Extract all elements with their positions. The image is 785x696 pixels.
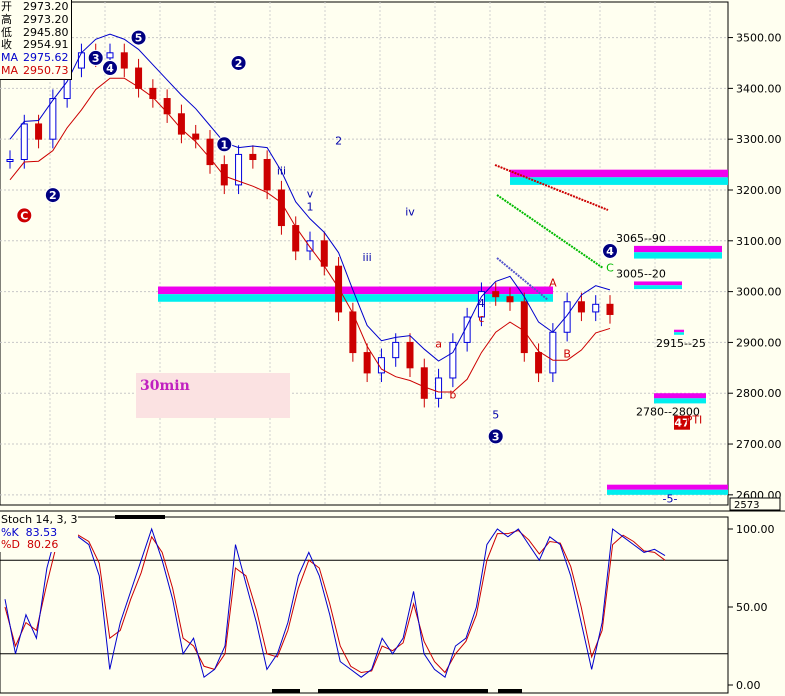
price-tick-label: 3100.00 — [736, 235, 782, 248]
wave-circle-label: 5 — [135, 32, 143, 45]
band-cyan — [634, 285, 682, 290]
candle-body — [392, 341, 400, 359]
wave-circle-label: 3 — [92, 52, 100, 65]
wave-text-label: iii — [363, 251, 372, 264]
wave-text-label: B — [563, 348, 571, 361]
price-tick-label: 3200.00 — [736, 184, 782, 197]
stoch-legend: Stoch 14, 3, 3 %K 83.53 %D 80.26 — [0, 513, 78, 552]
wave-text-label: 2 — [335, 134, 342, 147]
price-tick-label: 3500.00 — [736, 32, 782, 45]
candle-body — [249, 153, 257, 161]
candle-body — [35, 123, 43, 140]
timeframe-label: 30min — [140, 378, 190, 394]
band-price-label: 2915--25 — [656, 337, 706, 350]
candle-body — [406, 341, 414, 369]
price-tick-label: 3300.00 — [736, 133, 782, 146]
price-tick-label: 3000.00 — [736, 286, 782, 299]
wave-text-label: A — [549, 277, 557, 290]
price-chart: 3500.003400.003300.003200.003100.003000.… — [0, 1, 785, 694]
candle-body — [320, 240, 328, 267]
band-magenta — [634, 281, 682, 286]
info-high: 高 2973.20 — [1, 12, 69, 26]
candle-body — [520, 301, 528, 354]
wave-text-label: iii — [277, 165, 286, 178]
stoch-tick-label: 50.00 — [736, 601, 768, 614]
volume-bar-marker — [115, 515, 165, 519]
candle-body — [420, 367, 428, 399]
candle-body — [435, 377, 443, 399]
candle-body — [20, 123, 28, 161]
band-magenta — [654, 393, 706, 399]
candle-body — [49, 98, 57, 140]
volume-bar-marker — [498, 689, 522, 693]
current-price-label: 2573 — [734, 500, 759, 511]
wave-text-label: c — [478, 312, 484, 325]
wave-circle-label: 2 — [235, 57, 243, 70]
candle-body — [263, 159, 271, 191]
price-tick-label: 2800.00 — [736, 387, 782, 400]
wave-text-label: b — [449, 388, 456, 401]
candle-body — [492, 291, 500, 298]
stoch-d-row: %D 80.26 — [1, 538, 59, 551]
band-magenta — [634, 245, 722, 253]
wave-text-label: 1 — [307, 200, 314, 213]
band-magenta — [607, 484, 728, 490]
candle-body — [506, 296, 514, 303]
candle-body — [163, 98, 171, 115]
band-cyan — [654, 398, 706, 404]
candle-body — [220, 164, 228, 186]
wave-circle-label: 2 — [49, 189, 57, 202]
candle-body — [563, 301, 571, 333]
wave-circle-label: 3 — [492, 430, 500, 443]
candle-body — [577, 301, 585, 313]
candle-body — [6, 159, 14, 163]
candle-body — [192, 133, 200, 140]
wave-text-label: 5 — [492, 409, 499, 422]
volume-bar-marker — [318, 689, 488, 693]
wave-circle-label: 4 — [106, 62, 114, 75]
candle-body — [535, 352, 543, 374]
wave-text-label: iv — [405, 205, 415, 218]
candle-body — [77, 52, 85, 69]
timeframe-badge: 30min — [136, 373, 290, 418]
candle-body — [549, 331, 557, 374]
price-tick-label: 2900.00 — [736, 336, 782, 349]
stoch-tick-label: 0.00 — [736, 679, 761, 692]
band-magenta — [674, 329, 684, 333]
wave-text-label: C — [606, 261, 614, 274]
price-tick-label: 3400.00 — [736, 82, 782, 95]
stoch-tick-label: 100.00 — [736, 523, 775, 536]
band-cyan — [674, 332, 684, 335]
candle-body — [363, 352, 371, 374]
band-price-label: 3065--90 — [616, 232, 666, 245]
ohlc-info-box: 开 2973.20 高 2973.20 低 2945.80 收 2954.91 MA 29… — [0, 0, 72, 80]
info-ma-slow: MA 2950.73 — [1, 63, 69, 77]
info-open: 开 2973.20 — [1, 0, 69, 13]
candle-body — [592, 303, 600, 313]
price-tick-label: 2700.00 — [736, 438, 782, 451]
candle-body — [335, 265, 343, 313]
candle-body — [120, 52, 128, 69]
wave-text-label: -5- — [663, 492, 678, 505]
band-magenta — [510, 169, 728, 178]
wave-circle-label: 1 — [220, 138, 228, 151]
wave-text-label: PTI — [686, 414, 703, 427]
band-cyan — [634, 252, 722, 259]
wave-text-label: 4 — [478, 297, 485, 310]
wave-text-label: a — [435, 337, 442, 350]
candle-body — [277, 189, 285, 227]
candle-body — [106, 52, 114, 59]
candle-body — [606, 303, 614, 315]
wave-circle-label: C — [20, 209, 28, 222]
wave-circle-label: 4 — [606, 245, 614, 258]
wave-text-label: v — [307, 188, 314, 201]
volume-bar-marker — [272, 689, 300, 693]
band-price-label: 3005--20 — [616, 267, 666, 280]
